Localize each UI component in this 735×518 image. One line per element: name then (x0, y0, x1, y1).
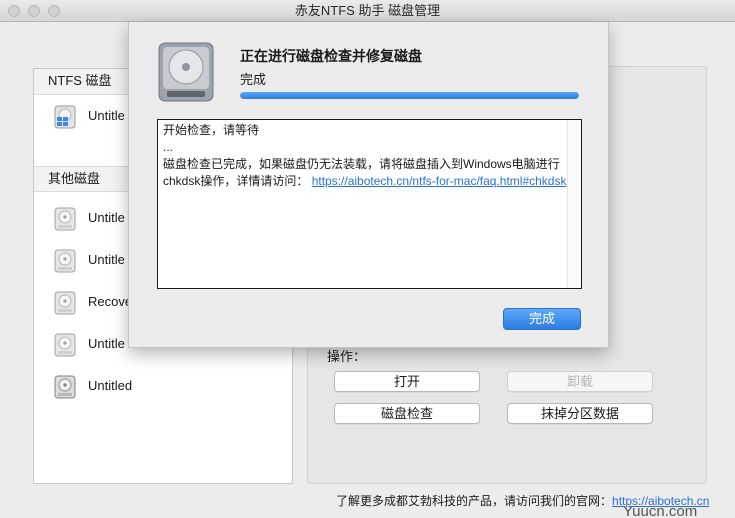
disk-item-other[interactable]: Untitled (34, 366, 292, 408)
log-line: ... (163, 140, 174, 154)
disk-icon (54, 207, 76, 231)
minimize-window-button[interactable] (28, 5, 40, 17)
disk-icon (54, 291, 76, 315)
open-button[interactable]: 打开 (334, 371, 480, 392)
window-title: 赤友NTFS 助手 磁盘管理 (294, 3, 441, 18)
progress-fill (240, 92, 579, 99)
disk-check-dialog: 正在进行磁盘检查并修复磁盘 完成 开始检查，请等待 ... 磁盘检查已完成，如果… (128, 22, 609, 348)
disk-label: Recove (88, 294, 133, 309)
zoom-window-button[interactable] (48, 5, 60, 17)
operations-label: 操作： (327, 349, 367, 364)
disk-check-button[interactable]: 磁盘检查 (334, 403, 480, 424)
windows-disk-icon (54, 105, 76, 129)
done-button[interactable]: 完成 (503, 308, 581, 330)
log-textarea[interactable]: 开始检查，请等待 ... 磁盘检查已完成，如果磁盘仍无法装载，请将磁盘插入到Wi… (157, 119, 582, 289)
disk-icon (54, 375, 76, 399)
log-scrollbar[interactable] (567, 120, 581, 288)
title-bar: 赤友NTFS 助手 磁盘管理 (0, 0, 735, 22)
disk-icon (54, 333, 76, 357)
progress-bar (240, 92, 579, 99)
log-line: 开始检查，请等待 (163, 123, 260, 137)
dialog-status: 完成 (240, 72, 267, 87)
watermark: Yuucn.com (623, 503, 698, 518)
log-line: 磁盘检查已完成，如果磁盘仍无法装载，请将磁盘插入到Windows电脑进行chkd… (163, 157, 567, 188)
unmount-button[interactable]: 卸载 (507, 371, 653, 392)
faq-link[interactable]: https://aibotech.cn/ntfs-for-mac/faq.htm… (312, 174, 567, 188)
hard-drive-icon (158, 42, 214, 102)
disk-label: Untitle (88, 252, 125, 267)
close-window-button[interactable] (8, 5, 20, 17)
disk-label: Untitled (88, 378, 133, 393)
disk-label: Untitle (88, 336, 125, 351)
footer-text: 了解更多成都艾勃科技的产品，请访问我们的官网： (336, 494, 613, 508)
disk-icon (54, 249, 76, 273)
disk-label: Untitle (88, 210, 125, 225)
disk-label: Untitle (88, 108, 125, 123)
dialog-title: 正在进行磁盘检查并修复磁盘 (240, 48, 422, 64)
erase-partition-button[interactable]: 抹掉分区数据 (507, 403, 653, 424)
